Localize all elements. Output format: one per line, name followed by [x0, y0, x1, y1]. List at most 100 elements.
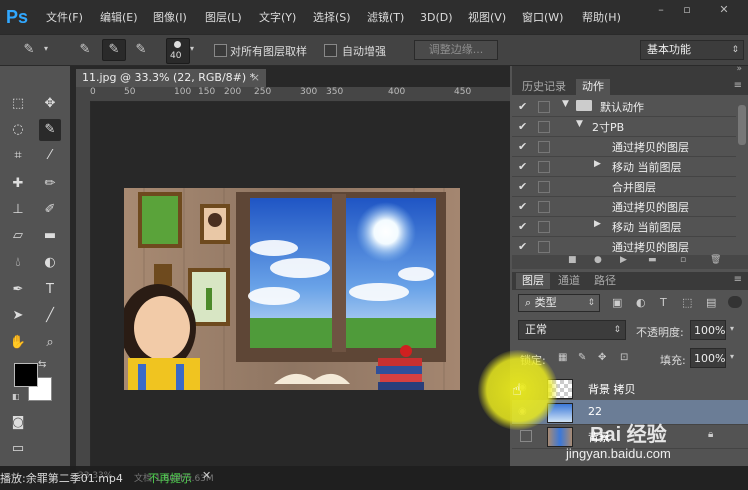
fill-input[interactable]: 100% [690, 348, 726, 368]
quick-selection-tool-icon[interactable]: ✎ [39, 119, 61, 141]
action-row[interactable]: ✔ ▼ 2寸PB [512, 117, 736, 137]
filter-pixel-icon[interactable]: ▣ [612, 296, 622, 309]
filter-type-icon[interactable]: T [660, 296, 667, 309]
line-tool-icon[interactable]: ╱ [39, 305, 61, 327]
lock-all-icon[interactable]: ⊡ [620, 352, 628, 363]
panel-menu-icon[interactable]: ≡ [734, 274, 742, 285]
action-enabled-check-icon[interactable]: ✔ [518, 200, 527, 213]
refine-edge-button[interactable]: 调整边缘... [414, 40, 498, 60]
opacity-input[interactable]: 100% [690, 320, 726, 340]
crop-tool-icon[interactable]: ⌗ [7, 145, 29, 167]
filter-smart-object-icon[interactable]: ▤ [706, 296, 716, 309]
action-enabled-check-icon[interactable]: ✔ [518, 160, 527, 173]
action-dialog-toggle[interactable] [538, 201, 550, 213]
healing-brush-tool-icon[interactable]: ✚ [7, 173, 29, 195]
menu-window[interactable]: 窗口(W) [522, 10, 563, 26]
clone-stamp-tool-icon[interactable]: ⊥ [7, 199, 29, 221]
quick-select-preset-icon[interactable]: ✎ [18, 40, 40, 60]
action-row[interactable]: ✔ ▼ 默认动作 [512, 97, 736, 117]
default-colors-icon[interactable]: ◧ [12, 392, 20, 401]
workspace-select[interactable]: 基本功能 ⇕ [640, 40, 744, 60]
menu-help[interactable]: 帮助(H) [582, 10, 621, 26]
menu-edit[interactable]: 编辑(E) [100, 10, 138, 26]
panel-menu-icon[interactable]: ≡ [734, 80, 742, 91]
lock-transparent-icon[interactable]: ▦ [558, 352, 567, 363]
add-to-selection-brush-icon[interactable]: ✎ [102, 39, 126, 61]
move-tool-icon[interactable]: ✥ [39, 93, 61, 115]
notification-close-icon[interactable]: ✕ [202, 469, 211, 482]
brush-tool-icon[interactable]: ✏ [39, 173, 61, 195]
path-selection-tool-icon[interactable]: ➤ [7, 305, 29, 327]
action-row[interactable]: ✔ ▶ 移动 当前图层 [512, 157, 736, 177]
tab-channels[interactable]: 通道 [552, 273, 586, 289]
gradient-tool-icon[interactable]: ▬ [39, 225, 61, 247]
expand-arrow-icon[interactable]: ▼ [562, 99, 569, 109]
expand-arrow-icon[interactable]: ▶ [594, 219, 601, 229]
tab-paths[interactable]: 路径 [588, 273, 622, 289]
close-window-button[interactable]: ✕ [704, 2, 744, 18]
blur-tool-icon[interactable]: 💧︎ [7, 252, 29, 274]
lasso-tool-icon[interactable]: ◌ [7, 119, 29, 141]
action-enabled-check-icon[interactable]: ✔ [518, 100, 527, 113]
tab-layers[interactable]: 图层 [516, 273, 550, 289]
lock-position-icon[interactable]: ✥ [598, 352, 606, 363]
layer-filter-select[interactable]: ⌕ 类型 ⇕ [518, 294, 600, 312]
blend-mode-select[interactable]: 正常 ⇕ [518, 320, 626, 340]
document-tab-close-icon[interactable]: × [251, 69, 260, 87]
action-dialog-toggle[interactable] [538, 181, 550, 193]
menu-3d[interactable]: 3D(D) [420, 10, 453, 26]
history-brush-tool-icon[interactable]: ✐ [39, 199, 61, 221]
minimize-button[interactable]: – [650, 2, 672, 18]
foreground-color-swatch[interactable] [14, 363, 38, 387]
swap-colors-icon[interactable]: ⇆ [38, 359, 46, 370]
expand-arrow-icon[interactable]: ▶ [594, 159, 601, 169]
dodge-tool-icon[interactable]: ◐ [39, 252, 61, 274]
maximize-button[interactable]: ▫ [676, 2, 698, 18]
menu-layer[interactable]: 图层(L) [205, 10, 242, 26]
new-action-icon[interactable]: ▫ [680, 255, 686, 265]
menu-type[interactable]: 文字(Y) [259, 10, 296, 26]
preset-dropdown-arrow-icon[interactable]: ▾ [44, 44, 48, 53]
marquee-tool-icon[interactable]: ⬚ [7, 93, 29, 115]
type-tool-icon[interactable]: T [39, 279, 61, 301]
fill-arrow-icon[interactable]: ▾ [730, 352, 734, 361]
filter-shape-icon[interactable]: ⬚ [682, 296, 692, 309]
pen-tool-icon[interactable]: ✒ [7, 279, 29, 301]
expand-arrow-icon[interactable]: ▼ [576, 119, 583, 129]
sample-all-layers-checkbox[interactable] [214, 44, 227, 57]
screen-mode-icon[interactable]: ▭ [7, 438, 29, 460]
document-tab[interactable]: 11.jpg @ 33.3% (22, RGB/8#) * × [76, 69, 266, 87]
record-icon[interactable]: ● [594, 255, 602, 265]
filter-adjustment-icon[interactable]: ◐ [636, 296, 646, 309]
visibility-box[interactable] [520, 430, 532, 442]
action-enabled-check-icon[interactable]: ✔ [518, 140, 527, 153]
eraser-tool-icon[interactable]: ▱ [7, 225, 29, 247]
action-dialog-toggle[interactable] [538, 101, 550, 113]
action-dialog-toggle[interactable] [538, 161, 550, 173]
hand-tool-icon[interactable]: ✋ [7, 332, 29, 354]
new-set-folder-icon[interactable]: ▬ [648, 255, 657, 265]
menu-filter[interactable]: 滤镜(T) [367, 10, 404, 26]
canvas-image[interactable] [124, 188, 460, 390]
lock-pixels-icon[interactable]: ✎ [578, 352, 586, 363]
filter-toggle[interactable] [728, 296, 742, 308]
panel-collapse-icon[interactable]: » [736, 64, 742, 74]
menu-view[interactable]: 视图(V) [468, 10, 506, 26]
tab-actions[interactable]: 动作 [576, 79, 610, 95]
auto-enhance-checkbox[interactable] [324, 44, 337, 57]
action-row[interactable]: ✔ 合并图层 [512, 177, 736, 197]
tab-history[interactable]: 历史记录 [516, 79, 572, 95]
action-dialog-toggle[interactable] [538, 241, 550, 253]
quick-mask-icon[interactable]: ◙ [7, 412, 29, 434]
action-enabled-check-icon[interactable]: ✔ [518, 180, 527, 193]
menu-image[interactable]: 图像(I) [153, 10, 187, 26]
brush-size-picker[interactable]: 40 [166, 38, 190, 64]
opacity-arrow-icon[interactable]: ▾ [730, 324, 734, 333]
eyedropper-tool-icon[interactable]: ⁄ [39, 145, 61, 167]
action-enabled-check-icon[interactable]: ✔ [518, 240, 527, 253]
action-dialog-toggle[interactable] [538, 141, 550, 153]
brush-dropdown-arrow-icon[interactable]: ▾ [190, 44, 194, 53]
subtract-selection-brush-icon[interactable]: ✎ [130, 40, 152, 60]
new-selection-brush-icon[interactable]: ✎ [74, 40, 96, 60]
action-dialog-toggle[interactable] [538, 121, 550, 133]
